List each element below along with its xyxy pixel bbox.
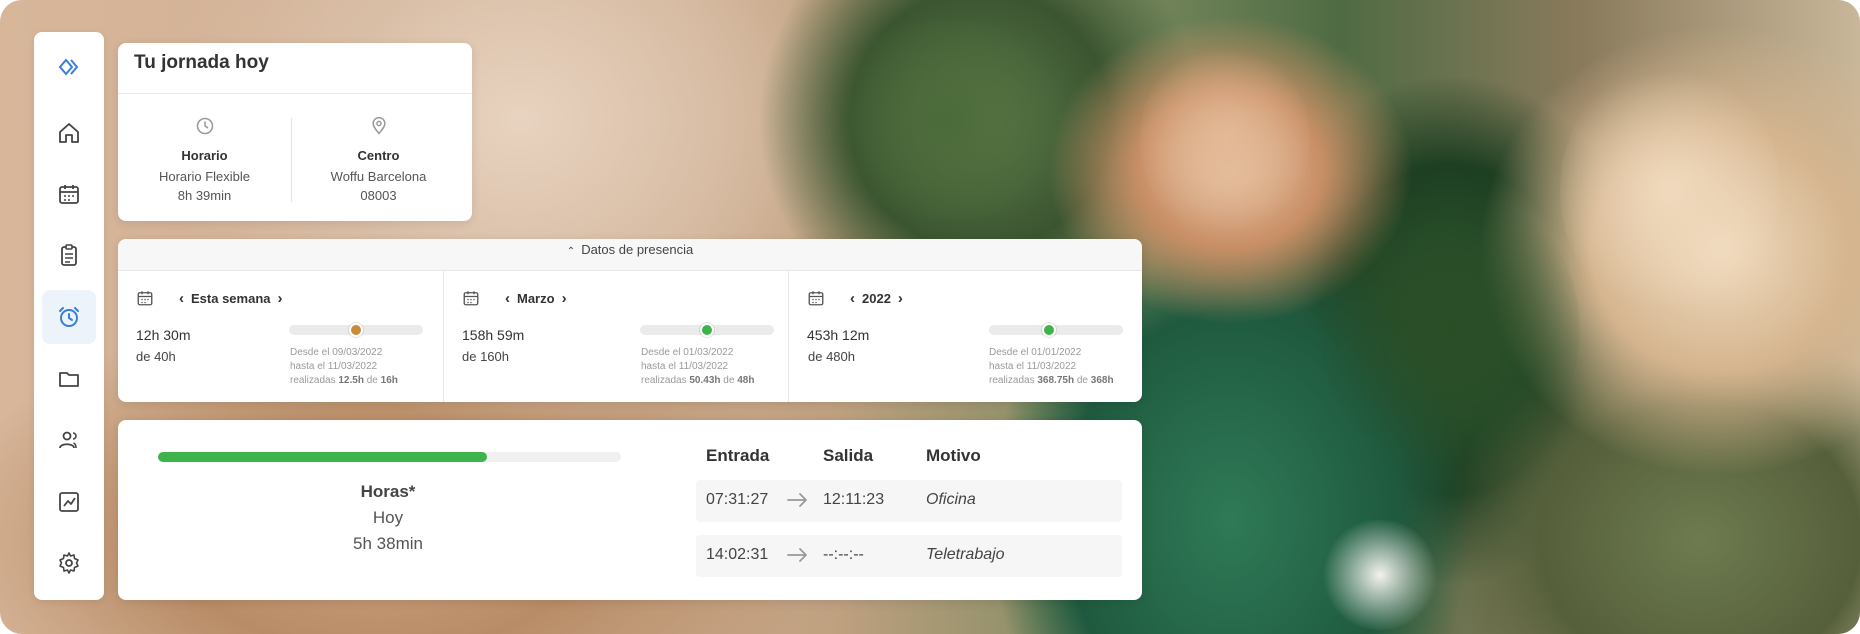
motivo-value: Teletrabajo	[926, 546, 1005, 563]
period-target: de 480h	[808, 349, 855, 364]
presencia-title: Datos de presencia	[581, 242, 694, 257]
horario-block: Horario Horario Flexible 8h 39min	[118, 116, 291, 205]
daily-progress-fill	[158, 452, 487, 462]
sidebar-item-requests[interactable]	[42, 228, 96, 282]
location-pin-icon	[371, 116, 386, 135]
period-progress-marker	[700, 323, 714, 337]
fichajes-card: Horas* Hoy 5h 38min Entrada Salida Motiv…	[118, 420, 1142, 600]
period-nav: ‹ Marzo ›	[462, 289, 574, 307]
period-label: Esta semana	[191, 290, 271, 306]
table-row[interactable]: 07:31:27 12:11:23 Oficina	[696, 480, 1122, 522]
sidebar-item-timeclock[interactable]	[42, 290, 96, 344]
period-done: realizadas 50.43h de 48h	[641, 375, 755, 386]
divider	[118, 93, 472, 94]
period-label: Marzo	[517, 290, 555, 306]
sidebar	[34, 32, 104, 600]
period-progress-bar	[640, 323, 774, 337]
alarm-clock-icon	[59, 307, 79, 327]
folder-icon	[59, 372, 79, 387]
period-label: 2022	[862, 290, 891, 306]
horario-type: Horario Flexible	[158, 169, 251, 184]
clock-icon	[196, 117, 213, 135]
sidebar-item-home[interactable]	[42, 106, 96, 160]
users-icon	[59, 431, 77, 449]
arrow-right-icon	[787, 493, 807, 507]
logo-icon	[58, 58, 79, 76]
period-week: ‹ Esta semana › 12h 30m de 40h Desde el …	[118, 271, 443, 402]
period-progress-bar	[289, 323, 423, 337]
daily-progress-bar	[158, 452, 621, 462]
salida-time: --:--:--	[823, 546, 864, 563]
horario-hours: 8h 39min	[177, 188, 232, 203]
home-icon	[59, 123, 79, 143]
period-to: hasta el 11/03/2022	[989, 361, 1077, 372]
horario-label: Horario	[181, 148, 228, 163]
chevron-left-icon[interactable]: ‹	[505, 290, 510, 307]
motivo-value: Oficina	[926, 491, 976, 508]
period-done: realizadas 12.5h de 16h	[290, 375, 398, 386]
period-nav: ‹ Esta semana ›	[136, 289, 290, 307]
calendar-icon	[59, 185, 79, 204]
period-hours: 453h 12m	[807, 327, 870, 343]
period-hours: 12h 30m	[136, 327, 191, 343]
presencia-header[interactable]: ⌃ Datos de presencia	[118, 239, 1142, 271]
sidebar-item-people[interactable]	[42, 413, 96, 467]
period-from: Desde el 01/01/2022	[989, 347, 1082, 358]
sidebar-item-calendar[interactable]	[42, 167, 96, 221]
chevron-right-icon[interactable]: ›	[898, 290, 903, 307]
chevron-left-icon[interactable]: ‹	[850, 290, 855, 307]
period-hours: 158h 59m	[462, 327, 525, 343]
jornada-card: Tu jornada hoy Horario Horario Flexible …	[118, 43, 472, 221]
arrow-right-icon	[787, 548, 807, 562]
centro-name: Woffu Barcelona	[330, 169, 427, 184]
jornada-title: Tu jornada hoy	[134, 52, 269, 73]
sidebar-item-documents[interactable]	[42, 352, 96, 406]
calendar-icon[interactable]	[807, 289, 825, 307]
chevron-up-icon: ⌃	[566, 246, 576, 257]
period-done: realizadas 368.75h de 368h	[989, 375, 1114, 386]
chevron-right-icon[interactable]: ›	[278, 290, 283, 307]
period-details: Desde el 01/01/2022 hasta el 11/03/2022 …	[989, 346, 1159, 388]
entrada-time: 14:02:31	[706, 546, 769, 563]
period-target: de 40h	[136, 349, 176, 364]
presencia-card: ⌃ Datos de presencia ‹ Esta semana › 12h …	[118, 239, 1142, 402]
period-progress-marker	[349, 323, 363, 337]
period-year: ‹ 2022 › 453h 12m de 480h Desde el 01/01…	[788, 271, 1142, 402]
salida-time: 12:11:23	[823, 491, 885, 508]
clipboard-icon	[61, 244, 77, 266]
centro-block: Centro Woffu Barcelona 08003	[292, 116, 465, 205]
chart-icon	[59, 492, 79, 512]
today-label: Hoy	[372, 508, 404, 527]
centro-label: Centro	[357, 148, 400, 163]
column-header-motivo: Motivo	[926, 446, 981, 465]
hours-label: Horas*	[360, 482, 416, 501]
period-from: Desde el 09/03/2022	[290, 347, 383, 358]
chevron-left-icon[interactable]: ‹	[179, 290, 184, 307]
period-progress-bar	[989, 323, 1123, 337]
logo-icon[interactable]	[42, 40, 96, 94]
entrada-time: 07:31:27	[706, 491, 769, 508]
period-to: hasta el 11/03/2022	[290, 361, 378, 372]
period-to: hasta el 11/03/2022	[641, 361, 729, 372]
column-header-entrada: Entrada	[706, 446, 770, 465]
period-progress-marker	[1042, 323, 1057, 337]
column-header-salida: Salida	[823, 446, 874, 465]
period-month: ‹ Marzo › 158h 59m de 160h Desde el 01/0…	[443, 271, 788, 402]
sidebar-item-reports[interactable]	[42, 475, 96, 529]
chevron-right-icon[interactable]: ›	[562, 290, 567, 307]
centro-postal-code: 08003	[360, 188, 397, 203]
sidebar-item-settings[interactable]	[42, 536, 96, 590]
period-target: de 160h	[462, 349, 509, 364]
gear-icon	[59, 552, 79, 574]
calendar-icon[interactable]	[136, 289, 154, 307]
today-hours: 5h 38min	[353, 534, 423, 553]
period-from: Desde el 01/03/2022	[641, 347, 734, 358]
period-details: Desde el 01/03/2022 hasta el 11/03/2022 …	[641, 346, 811, 388]
table-row[interactable]: 14:02:31 --:--:-- Teletrabajo	[696, 535, 1122, 577]
hours-summary: Horas* Hoy 5h 38min	[258, 482, 518, 554]
period-nav: ‹ 2022 ›	[807, 289, 910, 307]
calendar-icon[interactable]	[462, 289, 480, 307]
period-details: Desde el 09/03/2022 hasta el 11/03/2022 …	[290, 346, 460, 388]
